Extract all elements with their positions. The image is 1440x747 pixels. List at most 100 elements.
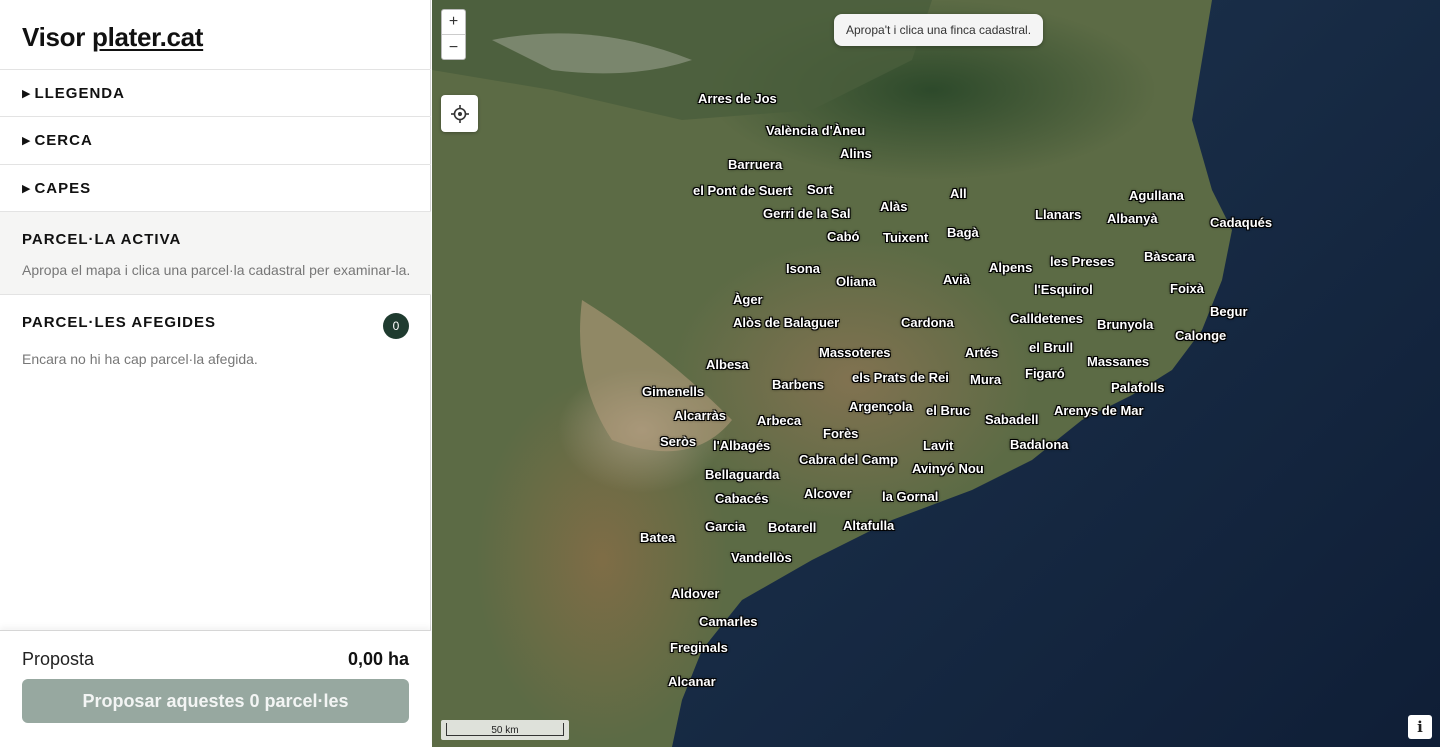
place-label: Alcover (804, 486, 852, 501)
place-label: Foixà (1170, 281, 1204, 296)
place-label: Tuixent (883, 230, 929, 245)
page-title: Visor plater.cat (22, 22, 203, 53)
place-label: Arbeca (757, 413, 802, 428)
place-label: Bagà (947, 225, 979, 240)
place-label: Artés (965, 345, 999, 360)
scale-label: 50 km (446, 723, 564, 736)
place-label: Cabra del Camp (799, 452, 898, 467)
place-label: Mura (970, 372, 1002, 387)
proposal-label: Proposta (22, 649, 95, 669)
place-label: Alpens (989, 260, 1033, 275)
section-cerca[interactable]: ▶ CERCA (0, 116, 431, 164)
place-label: Albanyà (1107, 211, 1158, 226)
place-label: Seròs (660, 434, 697, 449)
place-label: Calldetenes (1010, 311, 1083, 326)
scale-bar: 50 km (441, 720, 569, 740)
place-label: el Brull (1029, 340, 1074, 355)
place-label: Agullana (1129, 188, 1184, 203)
place-label: Sort (807, 182, 833, 197)
place-label: Alins (840, 146, 872, 161)
place-label: Badalona (1010, 437, 1069, 452)
place-label: la Gornal (882, 489, 939, 504)
zoom-in-button[interactable]: + (442, 10, 465, 35)
place-label: Barbens (772, 377, 825, 392)
place-label: Massoteres (819, 345, 891, 360)
place-label: Camarles (699, 614, 758, 629)
section-llegenda[interactable]: ▶ LLEGENDA (0, 69, 431, 117)
propose-button[interactable]: Proposar aquestes 0 parcel·les (22, 679, 409, 723)
place-label: Albesa (706, 357, 749, 372)
place-label: Alcanar (668, 674, 716, 689)
section-label: LLEGENDA (34, 85, 125, 102)
place-label: Cabó (827, 229, 860, 244)
place-label: les Preses (1050, 254, 1115, 269)
place-label: Aldover (671, 586, 720, 601)
locate-button[interactable] (441, 95, 478, 132)
expand-triangle-icon: ▶ (22, 88, 31, 100)
map-hint-toast: Apropa't i clica una finca cadastral. (834, 14, 1044, 46)
place-label: Garcia (705, 519, 746, 534)
section-label: CERCA (34, 132, 93, 149)
place-label: el Bruc (926, 403, 971, 418)
place-label: Botarell (768, 520, 817, 535)
place-label: Alcarràs (674, 408, 727, 423)
section-label: CAPES (34, 180, 92, 197)
added-count-badge: 0 (383, 313, 409, 339)
place-label: Altafulla (843, 518, 895, 533)
place-label: Argençola (849, 399, 913, 414)
title-prefix: Visor (22, 22, 86, 52)
place-label: València d'Àneu (766, 123, 866, 138)
place-label: Palafolls (1111, 380, 1165, 395)
place-label: Figaró (1025, 366, 1065, 381)
place-label: Calonge (1175, 328, 1227, 343)
place-label: Cardona (901, 315, 954, 330)
place-label: Cadaqués (1210, 215, 1273, 230)
place-label: Oliana (836, 274, 876, 289)
place-label: el Pont de Suert (693, 183, 792, 198)
added-parcels-heading: PARCEL·LES AFEGIDES (22, 314, 217, 331)
place-label: Forès (823, 426, 859, 441)
sidebar: Visor plater.cat ▶ LLEGENDA ▶ CERCA ▶ CA… (0, 0, 431, 747)
place-label: Bellaguarda (705, 467, 780, 482)
active-parcel-panel: PARCEL·LA ACTIVA Apropa el mapa i clica … (0, 211, 431, 295)
place-label: Sabadell (985, 412, 1039, 427)
place-label: Avià (943, 272, 970, 287)
place-label: l'Albagés (713, 438, 771, 453)
section-capes[interactable]: ▶ CAPES (0, 164, 431, 212)
active-parcel-text: Apropa el mapa i clica una parcel·la cad… (22, 262, 411, 278)
map-view[interactable]: Arres de Jos València d'Àneu Alins Barru… (432, 0, 1440, 747)
place-label: Àger (733, 292, 763, 307)
active-parcel-heading: PARCEL·LA ACTIVA (22, 231, 182, 248)
zoom-out-button[interactable]: − (442, 35, 465, 60)
place-label: els Prats de Rei (852, 370, 949, 385)
place-label: Vandellòs (731, 550, 792, 565)
proposal-area: 0,00 ha (347, 649, 409, 669)
place-label: Freginals (670, 640, 728, 655)
place-label: Gerri de la Sal (763, 206, 851, 221)
place-label: Gimenells (642, 384, 705, 399)
place-label: l'Esquirol (1034, 282, 1093, 297)
place-label: All (950, 186, 967, 201)
expand-triangle-icon: ▶ (22, 183, 31, 195)
zoom-control: + − (441, 9, 466, 60)
place-label: Batea (640, 530, 676, 545)
place-label: Bàscara (1144, 249, 1195, 264)
place-label: Lavit (923, 438, 954, 453)
place-label: Arenys de Mar (1054, 403, 1144, 418)
place-label: Isona (786, 261, 820, 276)
place-label: Avinyó Nou (912, 461, 984, 476)
proposal-footer: Proposta 0,00 ha Proposar aquestes 0 par… (0, 630, 431, 747)
added-parcels-text: Encara no hi ha cap parcel·la afegida. (22, 351, 258, 367)
info-button[interactable]: i (1408, 715, 1432, 739)
place-label: Arres de Jos (698, 91, 777, 106)
place-label: Cabacés (715, 491, 769, 506)
crosshair-icon (450, 104, 469, 123)
site-link[interactable]: plater.cat (92, 22, 203, 52)
place-label: Begur (1210, 304, 1248, 319)
place-label: Llanars (1035, 207, 1082, 222)
place-label: Alàs (880, 199, 908, 214)
place-label: Massanes (1087, 354, 1150, 369)
place-label: Barruera (728, 157, 783, 172)
place-label: Brunyola (1097, 317, 1154, 332)
place-label: Alòs de Balaguer (733, 315, 840, 330)
